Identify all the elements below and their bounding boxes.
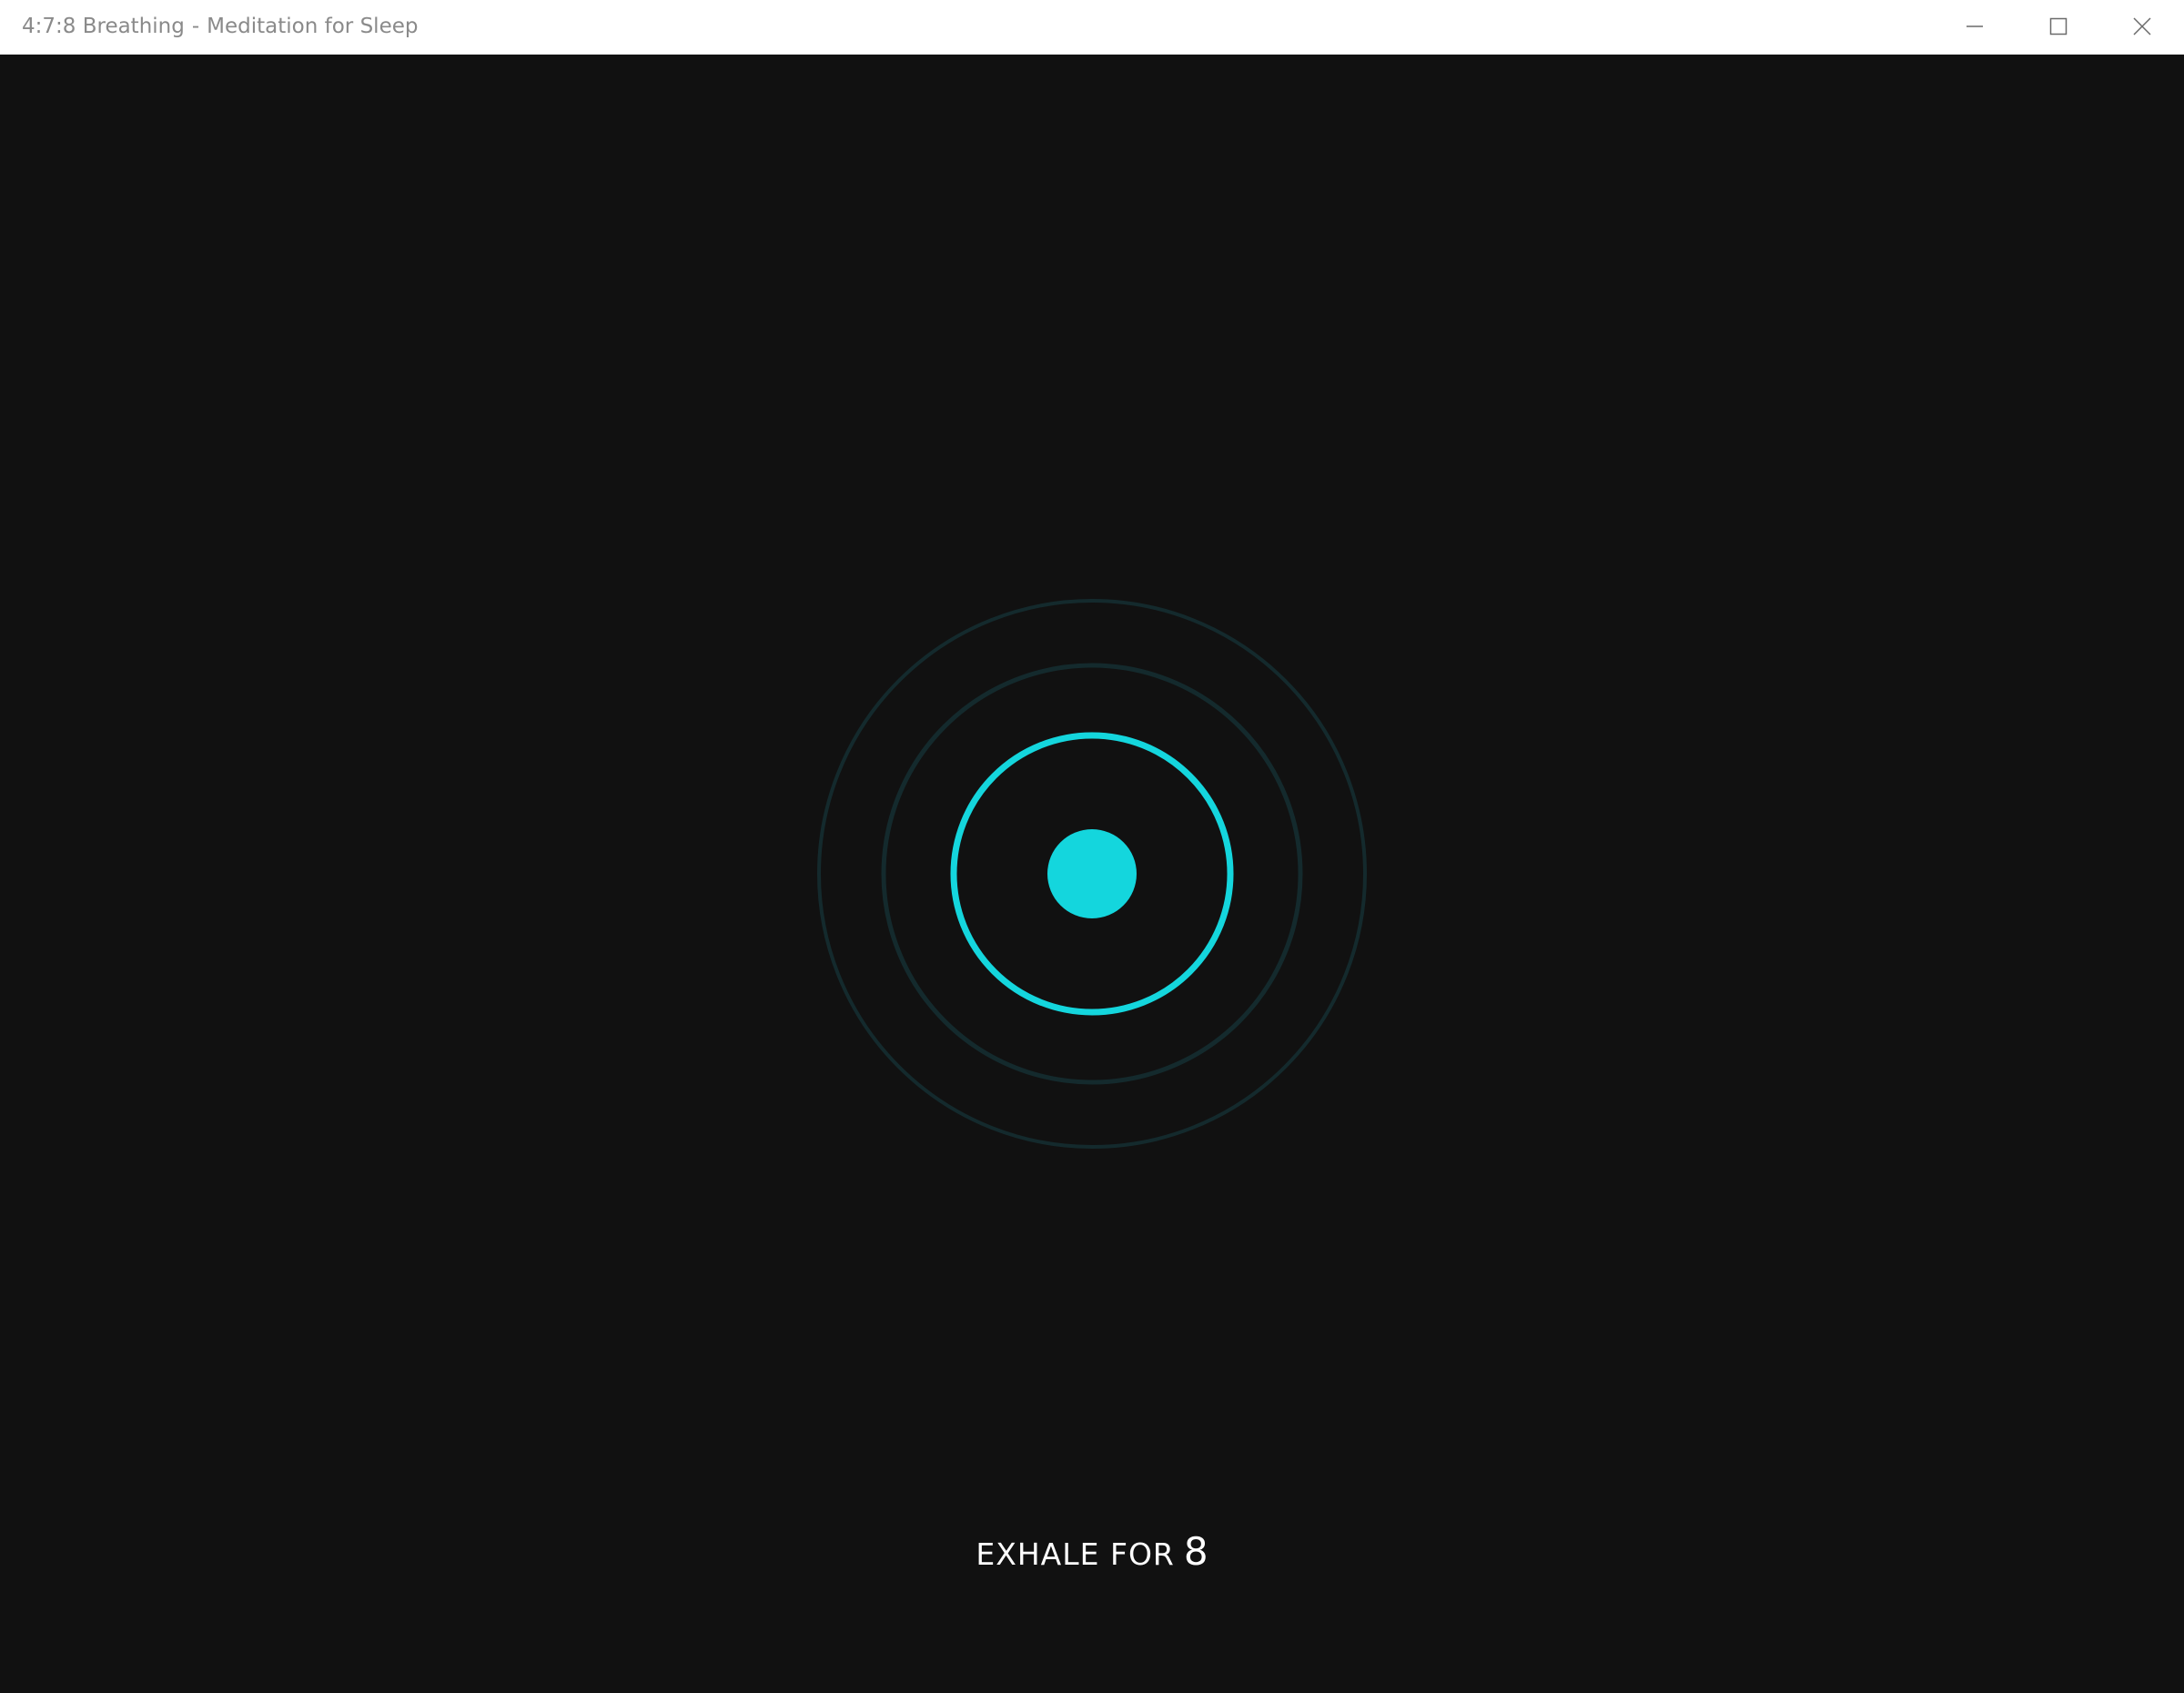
minimize-icon	[1967, 25, 1983, 27]
window-title: 4:7:8 Breathing - Meditation for Sleep	[22, 0, 418, 55]
app-window: 4:7:8 Breathing - Meditation for Sleep E…	[0, 0, 2184, 1693]
title-separator: -	[191, 15, 200, 38]
breathing-area: EXHALE FOR 8	[0, 55, 2184, 1693]
minimize-button[interactable]	[1933, 0, 2017, 53]
breath-instruction: EXHALE FOR 8	[0, 1529, 2184, 1574]
center-dot	[1047, 829, 1137, 918]
phase-label: EXHALE FOR	[976, 1536, 1175, 1572]
breathing-visualizer	[817, 599, 1367, 1149]
maximize-button[interactable]	[2017, 0, 2100, 53]
app-subtitle: Meditation for Sleep	[207, 15, 419, 38]
close-icon	[2133, 17, 2151, 35]
title-bar[interactable]: 4:7:8 Breathing - Meditation for Sleep	[0, 0, 2184, 55]
seconds-count: 8	[1183, 1529, 1208, 1574]
app-name: 4:7:8 Breathing	[22, 15, 185, 38]
maximize-icon	[2049, 17, 2068, 35]
close-button[interactable]	[2100, 0, 2184, 53]
